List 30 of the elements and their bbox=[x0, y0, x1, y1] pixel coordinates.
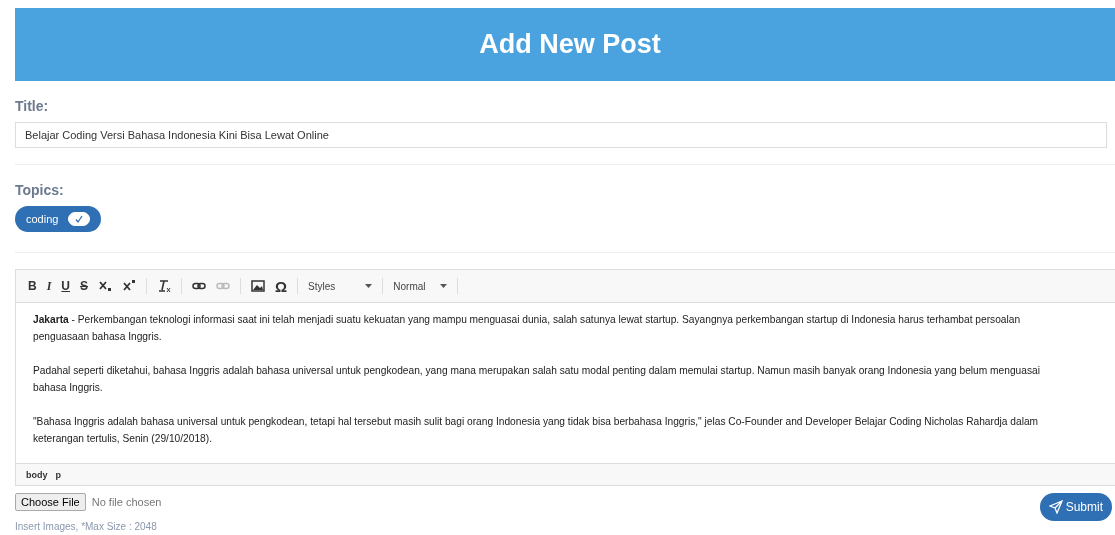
body-paragraph: "Bahasa Inggris adalah bahasa universal untuk pengkodean, tetapi hal tersebut masih sulit bagi orang Indonesia yang tidak bisa berbahasa Inggris," jelas Co-Founder and Developer Belajar Coding Nicholas Rahardja dalam keterangan tertulis, Senin (29/10/2018). bbox=[33, 415, 1040, 446]
checkmark-icon bbox=[74, 214, 85, 224]
clear-format-icon[interactable] bbox=[157, 279, 172, 293]
special-character-button[interactable]: Ω bbox=[275, 277, 288, 295]
paper-plane-icon bbox=[1048, 500, 1063, 514]
format-button[interactable]: S bbox=[80, 279, 89, 293]
file-status-text: No file chosen bbox=[91, 496, 162, 508]
topics-label: Topics: bbox=[15, 182, 65, 198]
image-icon[interactable] bbox=[251, 279, 266, 293]
element-path-link[interactable]: p bbox=[55, 469, 61, 480]
page-title: Add New Post bbox=[479, 29, 661, 60]
topic-tag[interactable]: coding bbox=[15, 206, 102, 232]
title-input[interactable]: Belajar Coding Versi Bahasa Indonesia Kini Bisa Lewat Online bbox=[15, 122, 1107, 148]
choose-file-button[interactable]: Choose File bbox=[15, 493, 86, 511]
format-button[interactable]: I bbox=[46, 278, 52, 294]
body-paragraph: Jakarta - Perkembangan teknologi informasi saat ini telah menjadi suatu kekuatan yang mampu menguasai dunia, salah satunya lewat startup. Sayangnya perkembangan startup di Indonesia harus terhambat persoalan penguasaan bahasa Inggris. bbox=[33, 313, 1022, 344]
submit-button[interactable]: Submit bbox=[1039, 493, 1112, 521]
format-dropdown[interactable]: Normal bbox=[393, 280, 447, 292]
superscript-icon[interactable] bbox=[122, 279, 137, 293]
format-button[interactable]: B bbox=[28, 279, 37, 293]
caret-icon bbox=[365, 284, 373, 288]
title-label: Title: bbox=[15, 98, 50, 114]
subscript-icon[interactable] bbox=[98, 279, 113, 293]
element-path-link[interactable]: body bbox=[26, 469, 48, 480]
format-button[interactable]: U bbox=[61, 279, 70, 293]
format-dropdown[interactable]: Styles bbox=[308, 280, 373, 292]
upload-hint: Insert Images, *Max Size : 2048 bbox=[15, 521, 158, 532]
check-toggle[interactable] bbox=[68, 212, 91, 226]
caret-icon bbox=[439, 284, 447, 288]
body-paragraph: Padahal seperti diketahui, bahasa Inggris adalah bahasa universal untuk pengkodean, yang mana merupakan salah satu modal penting dalam memulai startup. Namun masih banyak orang Indonesia yang belum menguasai bahasa Inggris. bbox=[33, 364, 1041, 395]
